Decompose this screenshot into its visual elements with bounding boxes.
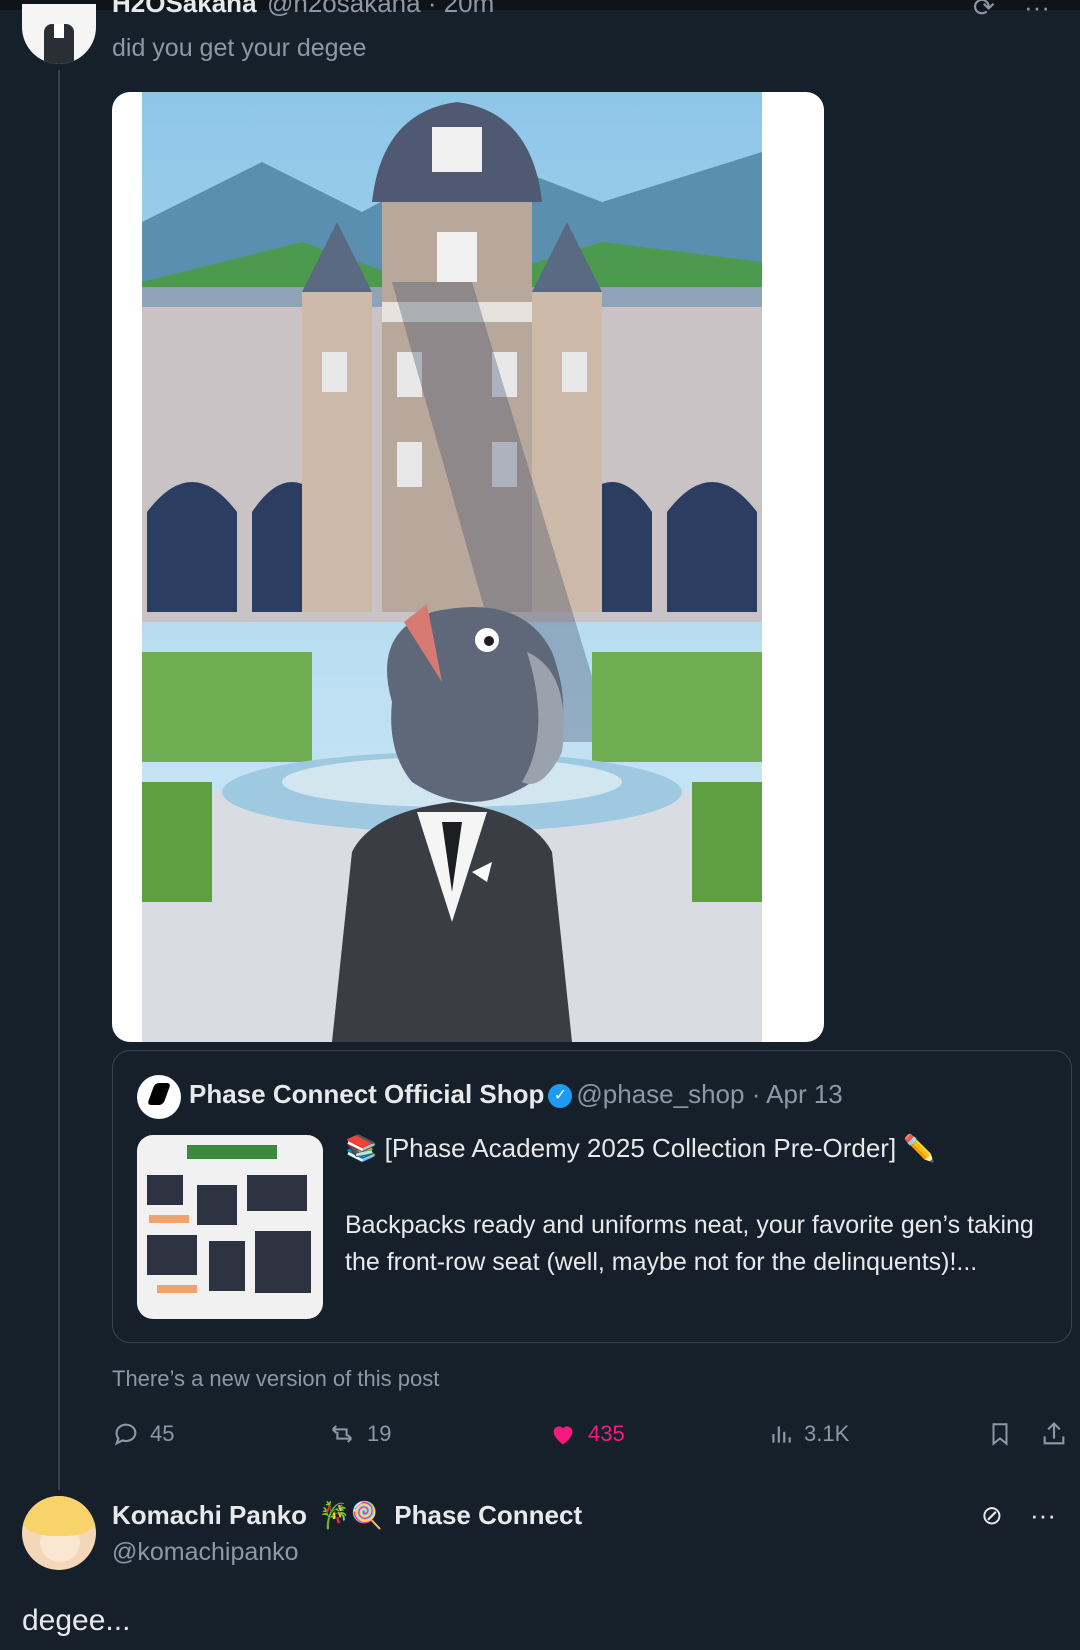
avatar-collar <box>54 24 64 38</box>
like-count: 435 <box>588 1421 625 1446</box>
new-version-notice[interactable]: There’s a new version of this post <box>112 1366 439 1392</box>
post-image[interactable] <box>112 92 824 1042</box>
quoted-post-body: Backpacks ready and uniforms neat, your … <box>345 1211 1034 1276</box>
thumbnail-item <box>209 1241 245 1291</box>
thumbnail-item <box>255 1231 311 1293</box>
reply-icon <box>114 1423 137 1446</box>
post-text: did you get your degee <box>112 34 367 62</box>
reply-text: degee... <box>22 1604 131 1637</box>
repost-icon <box>332 1425 352 1443</box>
quoted-post-title: 📚 [Phase Academy 2025 Collection Pre-Ord… <box>345 1133 936 1163</box>
heart-icon <box>553 1426 573 1445</box>
post-actions: 45 19 435 3.1K <box>112 1420 1072 1454</box>
thumbnail-label <box>157 1285 197 1293</box>
reply-author-name[interactable]: Komachi Panko <box>112 1500 307 1530</box>
bookmark-icon <box>992 1423 1008 1446</box>
academy-illustration <box>142 92 762 1042</box>
quoted-author-name[interactable]: Phase Connect Official Shop <box>189 1079 544 1109</box>
avatar[interactable] <box>22 4 96 64</box>
quoted-post-card[interactable]: Phase Connect Official Shop ✓ @phase_shop … <box>112 1050 1072 1343</box>
reply-button[interactable]: 45 <box>112 1420 174 1448</box>
repost-count: 19 <box>367 1421 392 1446</box>
verified-badge-icon: ✓ <box>548 1084 573 1109</box>
quoted-post-thumbnail[interactable] <box>137 1135 323 1319</box>
more-icon[interactable]: ··· <box>1030 1500 1056 1530</box>
thumbnail-item <box>147 1175 183 1205</box>
thumbnail-item <box>247 1175 307 1211</box>
quoted-author-handle[interactable]: @phase_shop · Apr 13 <box>576 1079 842 1109</box>
thumbnail-banner <box>187 1145 277 1159</box>
repost-button[interactable]: 19 <box>327 1420 391 1448</box>
post-header-icons: ⟳ ··· <box>951 0 1050 22</box>
author-name[interactable]: H2OSakana <box>112 0 257 18</box>
reply-count: 45 <box>150 1421 175 1446</box>
phase-logo-icon <box>146 1083 172 1105</box>
reply-avatar[interactable] <box>22 1496 96 1570</box>
grok-icon[interactable]: ⟳ <box>973 0 995 22</box>
reply-author-handle[interactable]: @komachipanko <box>112 1538 299 1567</box>
thumbnail-label <box>149 1215 189 1223</box>
reply-header-icons: ⊘ ··· <box>961 1500 1056 1531</box>
avatar-hair <box>22 1496 96 1536</box>
views-icon <box>772 1426 791 1443</box>
reply-author-affiliation: Phase Connect <box>394 1500 583 1530</box>
share-icon <box>1043 1422 1065 1445</box>
post-header: H2OSakana @h2osakana · 20m <box>112 0 632 20</box>
grok-icon[interactable]: ⊘ <box>981 1500 1003 1530</box>
views-button[interactable]: 3.1K <box>768 1420 849 1448</box>
thread-connector-line <box>58 70 60 1490</box>
view-count: 3.1K <box>804 1421 850 1446</box>
author-handle[interactable]: @h2osakana · 20m <box>267 0 494 18</box>
like-button[interactable]: 435 <box>548 1420 625 1448</box>
reply-author-line: Komachi Panko 🎋🍭 Phase Connect <box>112 1500 582 1531</box>
thumbnail-item <box>147 1235 197 1275</box>
more-icon[interactable]: ··· <box>1024 0 1050 22</box>
thumbnail-item <box>197 1185 237 1225</box>
bookmark-button[interactable] <box>987 1420 1023 1448</box>
quoted-post-header: Phase Connect Official Shop ✓ @phase_shop … <box>189 1079 843 1110</box>
reply-author-emoji: 🎋🍭 <box>318 1500 384 1530</box>
share-button[interactable] <box>1040 1420 1078 1448</box>
quoted-avatar[interactable] <box>137 1075 181 1119</box>
